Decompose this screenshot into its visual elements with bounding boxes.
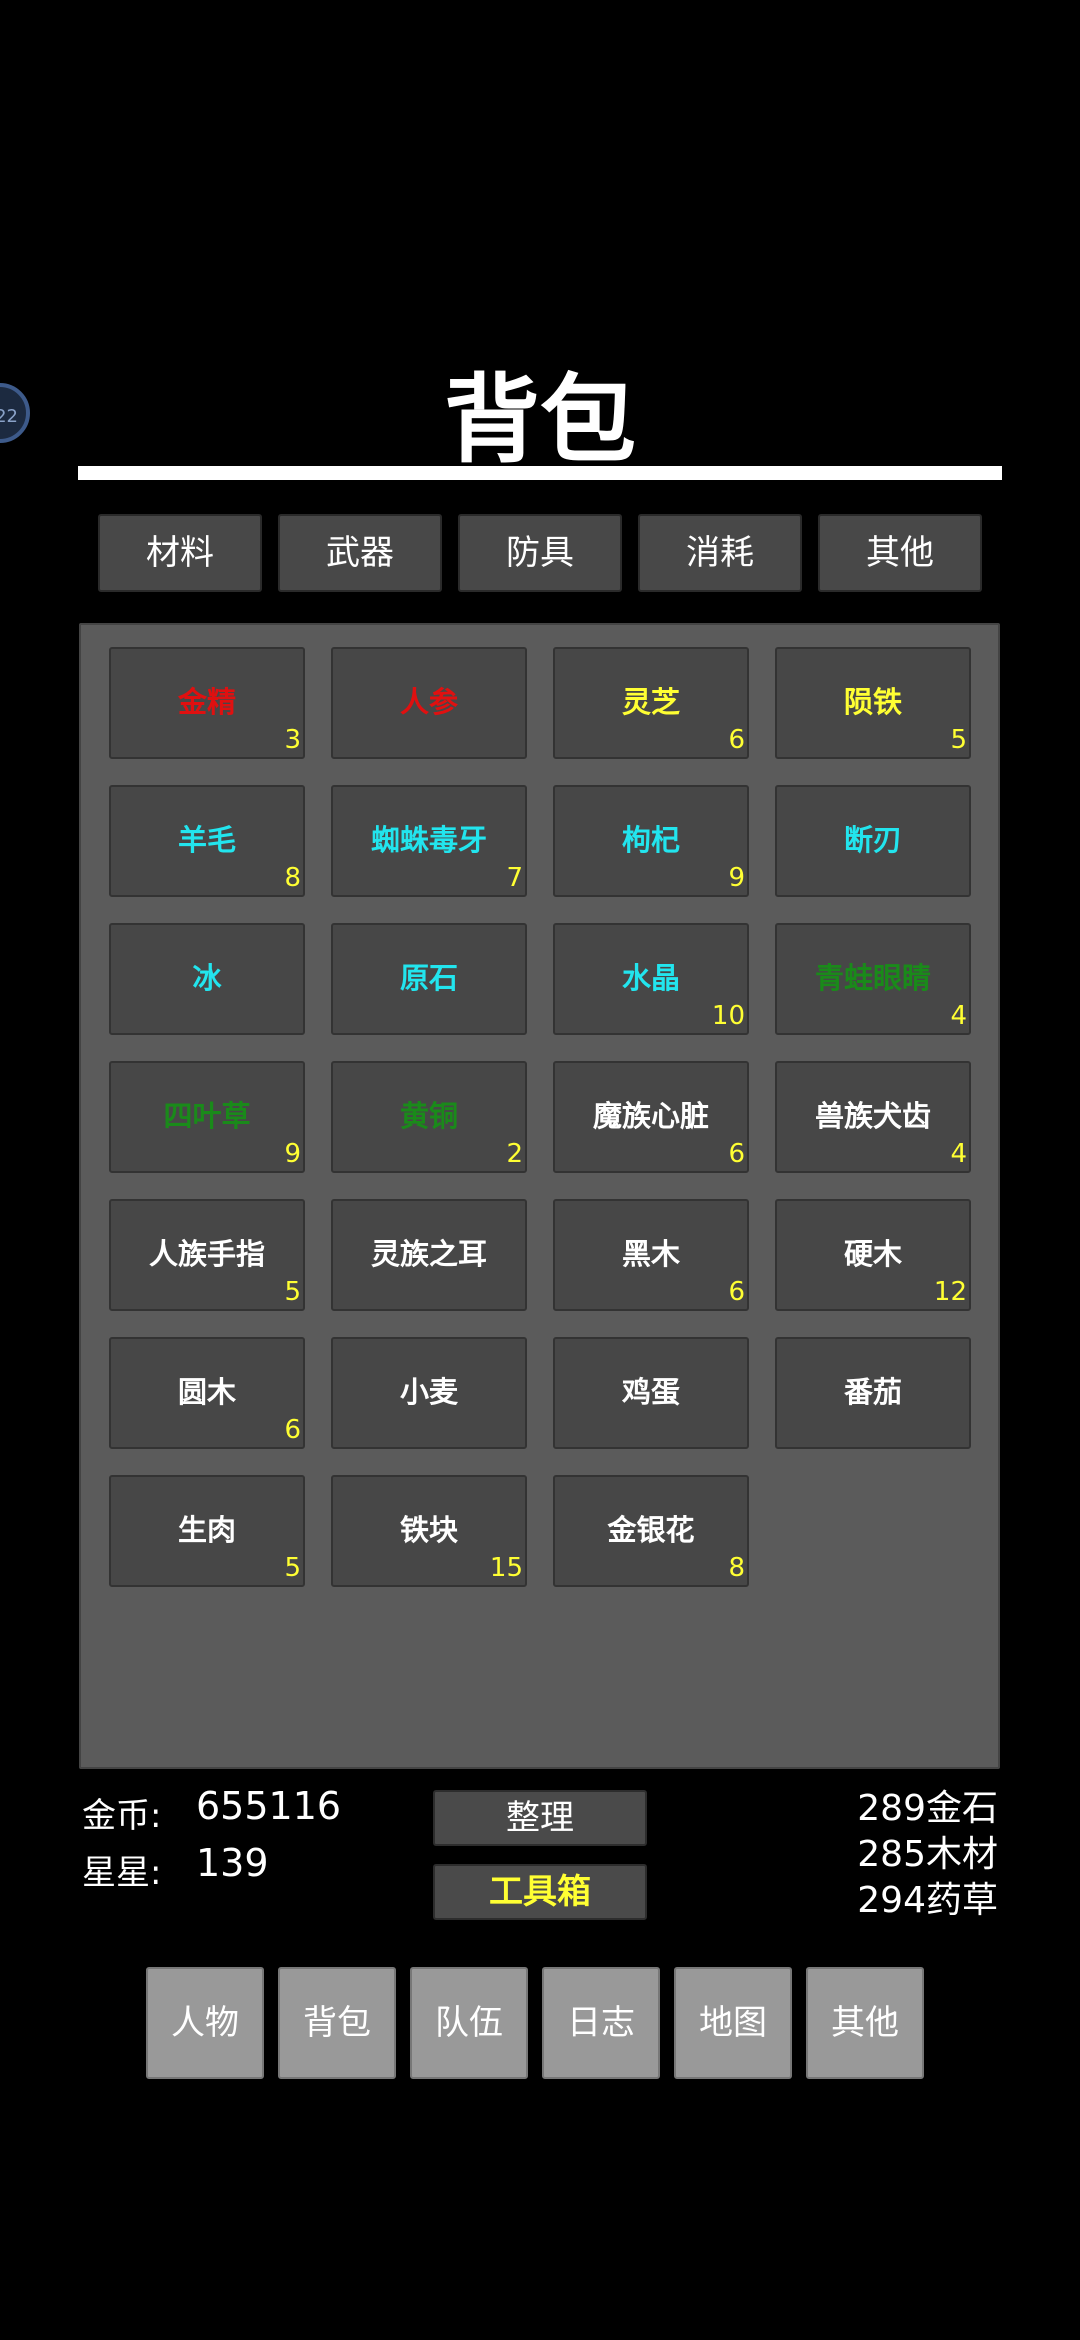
- item-name: 鸡蛋: [621, 1375, 680, 1409]
- inventory-item[interactable]: 四叶草 9: [109, 1061, 305, 1173]
- toolbox-button[interactable]: 工具箱: [433, 1864, 647, 1920]
- inventory-item[interactable]: 水晶 10: [553, 923, 749, 1035]
- item-quantity: 9: [728, 863, 745, 893]
- item-quantity: 10: [711, 1001, 745, 1031]
- inventory-item[interactable]: 魔族心脏 6: [553, 1061, 749, 1173]
- item-quantity: 8: [284, 863, 301, 893]
- item-name: 圆木: [177, 1375, 236, 1409]
- item-name: 陨铁: [843, 685, 902, 719]
- inventory-item[interactable]: 圆木 6: [109, 1337, 305, 1449]
- gold-label: 金币:: [82, 1796, 162, 1836]
- resource-gold-stone: 289金石: [857, 1788, 998, 1829]
- item-name: 黑木: [621, 1237, 680, 1271]
- inventory-item[interactable]: 原石: [331, 923, 527, 1035]
- nav-character[interactable]: 人物: [146, 1967, 264, 2079]
- item-quantity: 12: [933, 1277, 967, 1307]
- title-divider: [78, 466, 1002, 480]
- inventory-item[interactable]: 金精 3: [109, 647, 305, 759]
- inventory-item[interactable]: 人族手指 5: [109, 1199, 305, 1311]
- tab-other[interactable]: 其他: [818, 514, 982, 592]
- item-quantity: 6: [728, 725, 745, 755]
- item-quantity: 4: [950, 1139, 967, 1169]
- item-name: 青蛙眼睛: [814, 961, 931, 995]
- item-quantity: 3: [284, 725, 301, 755]
- item-quantity: 15: [489, 1553, 523, 1583]
- inventory-item[interactable]: 黑木 6: [553, 1199, 749, 1311]
- item-name: 兽族犬齿: [814, 1099, 931, 1133]
- item-name: 枸杞: [621, 823, 680, 857]
- tab-consumables[interactable]: 消耗: [638, 514, 802, 592]
- item-name: 小麦: [399, 1375, 458, 1409]
- stars-value: 139: [196, 1841, 269, 1885]
- inventory-item[interactable]: 灵芝 6: [553, 647, 749, 759]
- item-quantity: 8: [728, 1553, 745, 1583]
- stars-label: 星星:: [82, 1853, 162, 1893]
- inventory-item[interactable]: 小麦: [331, 1337, 527, 1449]
- tab-armor[interactable]: 防具: [458, 514, 622, 592]
- inventory-item[interactable]: 黄铜 2: [331, 1061, 527, 1173]
- nav-team[interactable]: 队伍: [410, 1967, 528, 2079]
- item-quantity: 5: [284, 1277, 301, 1307]
- item-name: 断刃: [843, 823, 902, 857]
- item-name: 蜘蛛毒牙: [370, 823, 487, 857]
- inventory-item[interactable]: 鸡蛋: [553, 1337, 749, 1449]
- item-name: 金精: [177, 685, 236, 719]
- inventory-item[interactable]: 蜘蛛毒牙 7: [331, 785, 527, 897]
- item-name: 四叶草: [163, 1099, 251, 1133]
- item-quantity: 4: [950, 1001, 967, 1031]
- inventory-item[interactable]: 番茄: [775, 1337, 971, 1449]
- resource-herbs: 294药草: [857, 1880, 998, 1921]
- nav-map[interactable]: 地图: [674, 1967, 792, 2079]
- item-quantity: 6: [284, 1415, 301, 1445]
- inventory-item[interactable]: 灵族之耳: [331, 1199, 527, 1311]
- item-name: 人族手指: [148, 1237, 265, 1271]
- item-name: 原石: [399, 961, 458, 995]
- inventory-item[interactable]: 兽族犬齿 4: [775, 1061, 971, 1173]
- inventory-item[interactable]: 断刃: [775, 785, 971, 897]
- gold-value: 655116: [196, 1784, 342, 1828]
- item-quantity: 6: [728, 1139, 745, 1169]
- nav-inventory[interactable]: 背包: [278, 1967, 396, 2079]
- inventory-item[interactable]: 人参: [331, 647, 527, 759]
- nav-other[interactable]: 其他: [806, 1967, 924, 2079]
- tab-materials[interactable]: 材料: [98, 514, 262, 592]
- inventory-item[interactable]: 冰: [109, 923, 305, 1035]
- item-name: 冰: [192, 961, 222, 995]
- nav-log[interactable]: 日志: [542, 1967, 660, 2079]
- inventory-item[interactable]: 陨铁 5: [775, 647, 971, 759]
- item-name: 金银花: [607, 1513, 695, 1547]
- inventory-item[interactable]: 羊毛 8: [109, 785, 305, 897]
- inventory-item[interactable]: 枸杞 9: [553, 785, 749, 897]
- tab-weapons[interactable]: 武器: [278, 514, 442, 592]
- item-quantity: 5: [950, 725, 967, 755]
- inventory-item[interactable]: 青蛙眼睛 4: [775, 923, 971, 1035]
- item-name: 灵族之耳: [370, 1237, 487, 1271]
- item-quantity: 9: [284, 1139, 301, 1169]
- item-name: 灵芝: [621, 685, 680, 719]
- sort-button[interactable]: 整理: [433, 1790, 647, 1846]
- inventory-grid: 金精 3 人参 灵芝 6 陨铁 5 羊毛 8 蜘蛛毒牙 7 枸杞 9 断刃冰 原石 水晶 10 青蛙眼睛 4 四叶草 9…: [79, 623, 1000, 1769]
- item-name: 番茄: [843, 1375, 902, 1409]
- resource-wood: 285木材: [857, 1834, 998, 1875]
- inventory-screen: 22 背包 材料 武器 防具 消耗 其他 金精 3 人参 灵芝 6 陨铁 5 羊毛 8 蜘蛛毒牙 7…: [0, 0, 1080, 2340]
- inventory-item[interactable]: 生肉 5: [109, 1475, 305, 1587]
- item-quantity: 5: [284, 1553, 301, 1583]
- page-title: 背包: [444, 363, 636, 476]
- item-name: 生肉: [177, 1513, 236, 1547]
- item-name: 黄铜: [399, 1099, 458, 1133]
- inventory-item[interactable]: 硬木 12: [775, 1199, 971, 1311]
- item-name: 人参: [399, 685, 458, 719]
- item-quantity: 2: [506, 1139, 523, 1169]
- inventory-item[interactable]: 铁块 15: [331, 1475, 527, 1587]
- item-quantity: 7: [506, 863, 523, 893]
- item-quantity: 6: [728, 1277, 745, 1307]
- item-name: 羊毛: [177, 823, 236, 857]
- item-name: 魔族心脏: [592, 1099, 709, 1133]
- inventory-item[interactable]: 金银花 8: [553, 1475, 749, 1587]
